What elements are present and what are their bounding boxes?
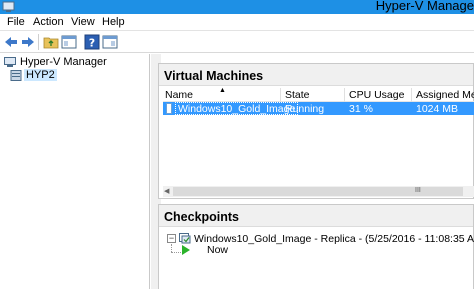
window-title: Hyper-V Manage: [375, 0, 474, 13]
column-assigned-memory[interactable]: Assigned Mem: [416, 89, 474, 101]
menu-view[interactable]: View: [71, 16, 95, 28]
tree-item-label: HYP2: [24, 69, 57, 81]
virtual-machines-panel: Virtual Machines Name ▲ State CPU Usage …: [158, 63, 474, 199]
hyper-v-manager-icon: [4, 57, 16, 67]
table-row[interactable]: Windows10_Gold_Image Running 31 % 1024 M…: [163, 102, 474, 115]
hyper-v-app-icon: [2, 1, 15, 12]
menu-bar: File Action View Help: [0, 14, 474, 31]
now-item[interactable]: Now: [207, 244, 228, 256]
show-hide-console-tree-icon[interactable]: [61, 34, 77, 50]
checkpoint-item[interactable]: Windows10_Gold_Image - Replica - (5/25/2…: [194, 233, 474, 245]
menu-help[interactable]: Help: [102, 16, 125, 28]
checkpoints-panel: Checkpoints − Windows10_Gold_Image - Rep…: [158, 204, 474, 289]
vm-cpu-usage: 31 %: [349, 103, 373, 115]
title-bar: Hyper-V Manage: [0, 0, 474, 14]
menu-action[interactable]: Action: [33, 16, 64, 28]
sort-ascending-icon: ▲: [219, 87, 226, 94]
menu-file[interactable]: File: [7, 16, 25, 28]
panel-title: Virtual Machines: [164, 69, 264, 83]
column-cpu-usage[interactable]: CPU Usage: [349, 89, 404, 101]
panel-header: Virtual Machines: [159, 64, 473, 86]
scrollbar-grip: III: [415, 187, 421, 194]
forward-icon[interactable]: [20, 34, 36, 50]
panel-header: Checkpoints: [159, 205, 473, 227]
collapse-icon[interactable]: −: [167, 234, 176, 243]
now-arrow-icon: [182, 245, 190, 255]
toolbar: ?: [0, 31, 474, 53]
help-icon[interactable]: ?: [84, 34, 100, 50]
show-hide-action-pane-icon[interactable]: [102, 34, 118, 50]
virtual-machine-icon: [166, 103, 172, 114]
vm-assigned-memory: 1024 MB: [416, 103, 459, 115]
column-divider[interactable]: [280, 88, 281, 102]
column-state[interactable]: State: [285, 89, 310, 101]
scroll-left-icon[interactable]: ◀: [164, 187, 169, 195]
column-divider[interactable]: [411, 88, 412, 102]
server-icon: [10, 70, 22, 81]
tree-connector: [171, 244, 172, 252]
column-divider[interactable]: [344, 88, 345, 102]
console-tree: Hyper-V Manager HYP2: [0, 54, 150, 289]
svg-text:?: ?: [89, 37, 95, 50]
vm-state: Running: [285, 103, 325, 115]
column-headers: Name ▲ State CPU Usage Assigned Mem: [163, 87, 474, 102]
column-name[interactable]: Name: [165, 89, 193, 101]
horizontal-scrollbar[interactable]: ◀ III: [163, 186, 474, 197]
folder-up-icon[interactable]: [43, 34, 59, 50]
back-icon[interactable]: [3, 34, 19, 50]
vm-name: Windows10_Gold_Image: [175, 102, 299, 115]
toolbar-separator: [38, 34, 39, 50]
tree-connector: [171, 252, 181, 253]
panel-title: Checkpoints: [164, 210, 240, 224]
tree-item-label: Hyper-V Manager: [20, 56, 107, 68]
checkpoint-icon: [179, 233, 191, 244]
